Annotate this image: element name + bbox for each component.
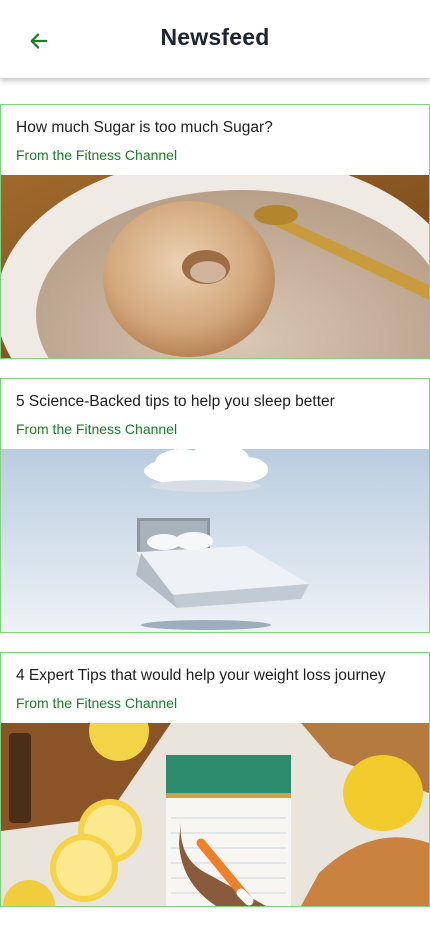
news-card-title: How much Sugar is too much Sugar? [16,119,273,136]
news-card-source: From the Fitness Channel [16,421,178,437]
news-card-sleep[interactable]: 5 Science-Backed tips to help you sleep … [0,378,430,633]
news-card-title: 4 Expert Tips that would help your weigh… [16,667,386,684]
news-card-title: 5 Science-Backed tips to help you sleep … [16,393,335,410]
news-card-source: From the Fitness Channel [16,147,178,163]
floating-bed-cloud-image [1,449,429,632]
news-card-weight-loss[interactable]: 4 Expert Tips that would help your weigh… [0,652,430,907]
lemons-notebook-image [1,723,429,906]
news-card-source: From the Fitness Channel [16,695,178,711]
app-header: Newsfeed [0,0,430,78]
news-card-sugar[interactable]: How much Sugar is too much Sugar? From t… [0,104,430,359]
sugared-donut-bowl-image [1,175,429,358]
page-title: Newsfeed [160,24,270,50]
